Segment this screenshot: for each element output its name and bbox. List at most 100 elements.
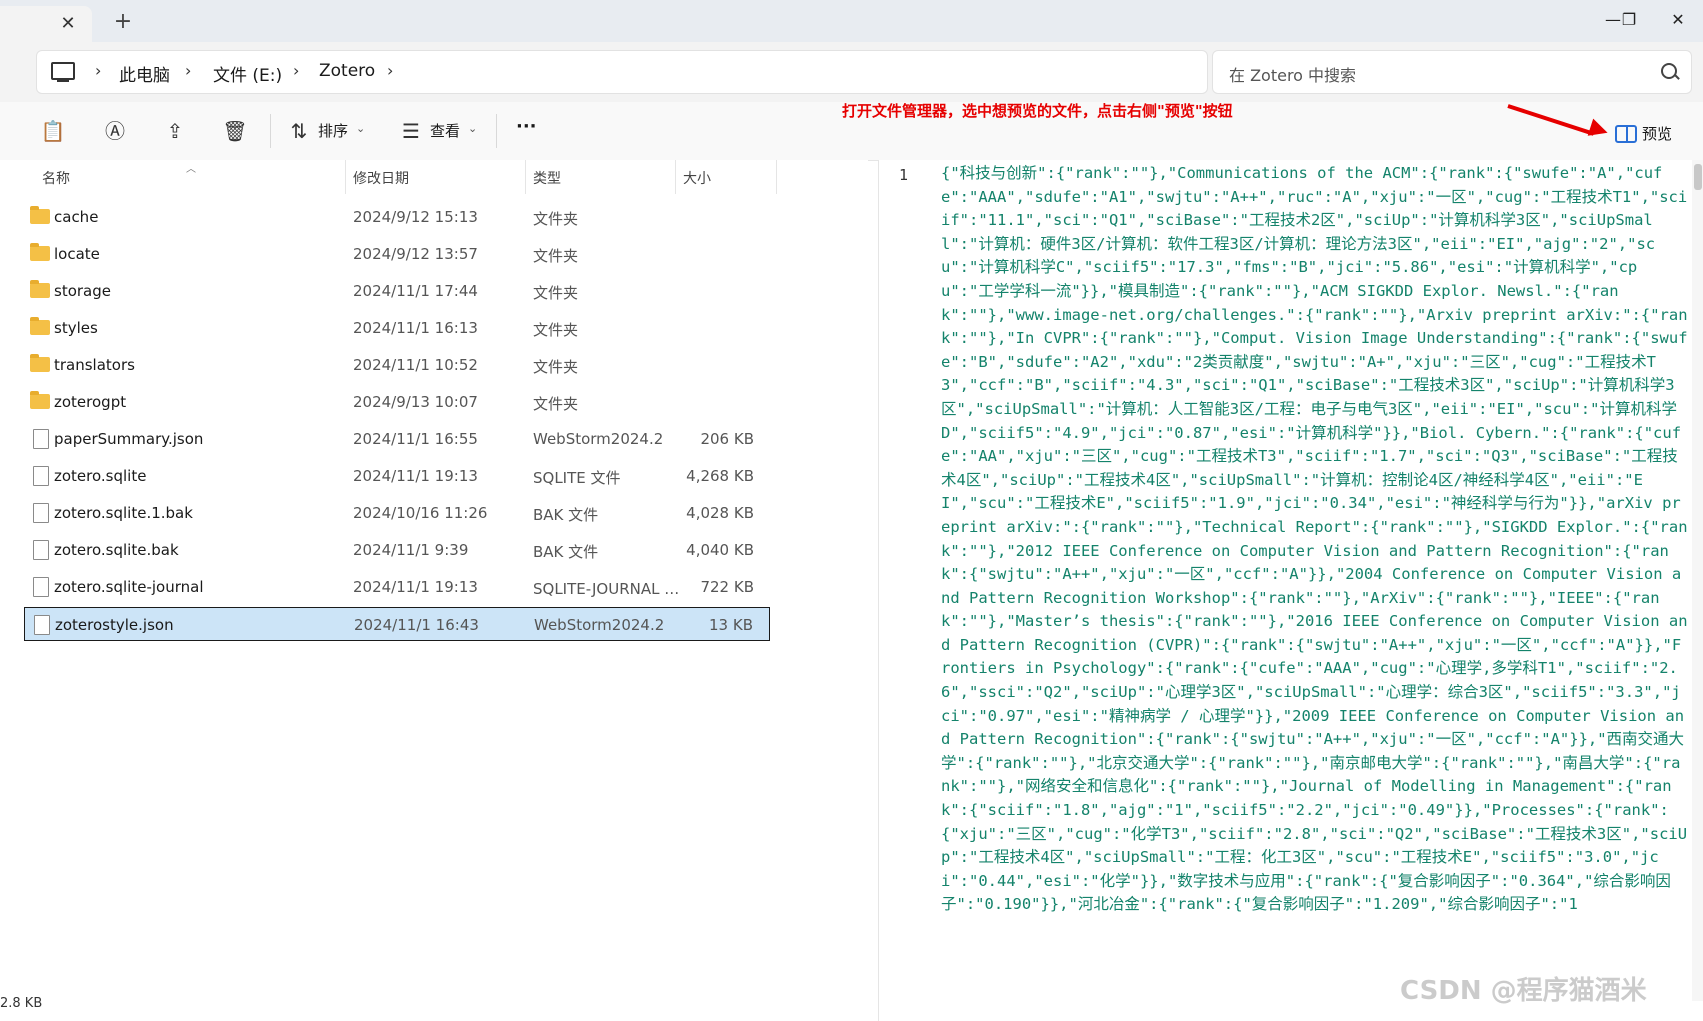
file-icon <box>33 429 49 449</box>
file-row[interactable]: zotero.sqlite 2024/11/1 19:13 SQLITE 文件 4,2… <box>24 459 770 493</box>
breadcrumb-separator-icon[interactable]: › <box>185 61 191 80</box>
file-type: WebStorm2024.2 <box>533 430 664 448</box>
file-name: styles <box>54 319 98 337</box>
preview-json-content: {"科技与创新":{"rank":""},"Communications of … <box>941 164 1688 914</box>
tab-zotero[interactable]: ✕ <box>0 6 92 42</box>
preview-scrollbar-thumb[interactable] <box>1694 164 1702 190</box>
preview-button[interactable]: 预览 <box>1642 123 1672 144</box>
file-name: translators <box>54 356 135 374</box>
file-type: SQLITE-JOURNAL 文件 <box>533 580 681 598</box>
tab-bar: ✕ + — ❐ ✕ <box>0 0 1703 42</box>
file-icon <box>33 466 49 486</box>
file-modified-date: 2024/9/13 10:07 <box>353 393 478 411</box>
file-modified-date: 2024/10/16 11:26 <box>353 504 488 522</box>
file-row[interactable]: zotero.sqlite-journal 2024/11/1 19:13 SQLI… <box>24 570 770 604</box>
breadcrumb-separator-icon[interactable]: › <box>387 61 393 80</box>
search-icon[interactable] <box>1661 63 1677 79</box>
file-modified-date: 2024/11/1 19:13 <box>353 467 478 485</box>
status-selection-size: 2.8 KB <box>0 996 43 1011</box>
file-modified-date: 2024/11/1 16:13 <box>353 319 478 337</box>
file-row[interactable]: zotero.sqlite.1.bak 2024/10/16 11:26 BAK 文… <box>24 496 770 530</box>
file-name: zoterogpt <box>54 393 127 411</box>
instruction-annotation: 打开文件管理器，选中想预览的文件，点击右侧"预览"按钮 <box>842 102 1233 120</box>
preview-pane-icon[interactable] <box>1615 125 1637 143</box>
file-row[interactable]: zotero.sqlite.bak 2024/11/1 9:39 BAK 文件 4,0… <box>24 533 770 567</box>
more-options-button[interactable]: ··· <box>516 116 537 137</box>
file-row[interactable]: zoterogpt 2024/9/13 10:07 文件夹 <box>24 385 770 419</box>
file-name: locate <box>54 245 100 263</box>
file-icon <box>33 540 49 560</box>
file-size: 722 KB <box>700 578 754 596</box>
folder-icon <box>30 243 50 261</box>
folder-icon <box>30 317 50 335</box>
chevron-down-icon[interactable]: ⌄ <box>468 122 477 135</box>
delete-icon[interactable]: 🗑 <box>222 118 248 144</box>
file-size: 4,268 KB <box>686 467 754 485</box>
file-modified-date: 2024/11/1 16:55 <box>353 430 478 448</box>
column-header-name[interactable]: 名称 <box>42 168 70 188</box>
file-name: zotero.sqlite.bak <box>54 541 179 559</box>
file-size: 13 KB <box>709 616 753 634</box>
column-divider[interactable] <box>525 160 526 194</box>
sort-button[interactable]: 排序 <box>318 120 348 141</box>
column-header-date[interactable]: 修改日期 <box>353 168 409 188</box>
file-row[interactable]: zoterostyle.json 2024/11/1 16:43 WebStorm2… <box>24 607 770 641</box>
file-row[interactable]: storage 2024/11/1 17:44 文件夹 <box>24 274 770 308</box>
column-divider[interactable] <box>776 160 777 194</box>
breadcrumb-drive-e[interactable]: 文件 (E:) <box>213 61 282 86</box>
toolbar-divider <box>270 114 271 148</box>
column-divider[interactable] <box>675 160 676 194</box>
column-divider[interactable] <box>345 160 346 194</box>
file-type: WebStorm2024.2 <box>534 616 665 634</box>
breadcrumb-separator-icon[interactable]: › <box>95 61 101 80</box>
rename-icon[interactable]: Ⓐ <box>102 118 128 144</box>
breadcrumb-this-pc[interactable]: 此电脑 <box>119 61 170 86</box>
view-button[interactable]: 查看 <box>430 120 460 141</box>
file-row[interactable]: styles 2024/11/1 16:13 文件夹 <box>24 311 770 345</box>
folder-icon <box>30 391 50 409</box>
file-type: 文件夹 <box>533 284 579 302</box>
this-pc-icon[interactable] <box>51 62 75 82</box>
file-modified-date: 2024/9/12 15:13 <box>353 208 478 226</box>
maximize-button[interactable]: ❐ <box>1606 2 1652 38</box>
file-row[interactable]: cache 2024/9/12 15:13 文件夹 <box>24 200 770 234</box>
file-row[interactable]: translators 2024/11/1 10:52 文件夹 <box>24 348 770 382</box>
breadcrumb-zotero[interactable]: Zotero <box>319 61 375 81</box>
file-row[interactable]: paperSummary.json 2024/11/1 16:55 WebStorm… <box>24 422 770 456</box>
view-icon[interactable]: ☰ <box>398 118 424 144</box>
file-name: zotero.sqlite <box>54 467 147 485</box>
share-icon[interactable]: ⇪ <box>162 118 188 144</box>
folder-icon <box>30 206 50 224</box>
file-type: 文件夹 <box>533 358 579 376</box>
file-modified-date: 2024/11/1 16:43 <box>354 616 479 634</box>
file-modified-date: 2024/11/1 17:44 <box>353 282 478 300</box>
file-type: SQLITE 文件 <box>533 469 621 487</box>
new-tab-button[interactable]: + <box>110 10 136 36</box>
address-row: › 此电脑 › 文件 (E:) › Zotero › 在 Zotero 中搜索 <box>0 42 1703 102</box>
file-modified-date: 2024/11/1 19:13 <box>353 578 478 596</box>
column-header-size[interactable]: 大小 <box>683 168 711 188</box>
file-name: paperSummary.json <box>54 430 204 448</box>
file-row[interactable]: locate 2024/9/12 13:57 文件夹 <box>24 237 770 271</box>
file-type: BAK 文件 <box>533 506 599 524</box>
preview-scrollbar[interactable] <box>1692 160 1703 1001</box>
file-type: 文件夹 <box>533 395 579 413</box>
chevron-down-icon[interactable]: ⌄ <box>356 122 365 135</box>
file-name: storage <box>54 282 111 300</box>
file-icon <box>33 577 49 597</box>
sort-icon[interactable]: ⇅ <box>286 118 312 144</box>
file-icon <box>34 615 50 635</box>
file-icon <box>33 503 49 523</box>
column-header-type[interactable]: 类型 <box>533 168 561 188</box>
address-bar[interactable]: › 此电脑 › 文件 (E:) › Zotero › <box>36 50 1208 94</box>
sort-ascending-icon: ︿ <box>186 164 196 175</box>
folder-icon <box>30 354 50 372</box>
close-window-button[interactable]: ✕ <box>1655 2 1701 38</box>
paste-icon[interactable]: 📋 <box>40 118 66 144</box>
search-input[interactable]: 在 Zotero 中搜索 <box>1212 50 1692 94</box>
breadcrumb-separator-icon[interactable]: › <box>293 61 299 80</box>
file-type: 文件夹 <box>533 321 579 339</box>
file-name: cache <box>54 208 99 226</box>
tab-close-icon[interactable]: ✕ <box>56 12 80 36</box>
file-size: 4,040 KB <box>686 541 754 559</box>
